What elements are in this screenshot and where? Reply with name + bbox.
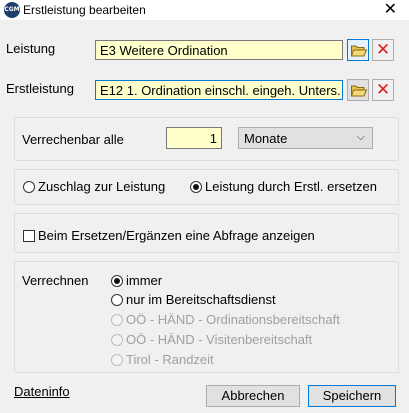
ersetzen-label: Leistung durch Erstl. ersetzen [205, 179, 377, 194]
erstleistung-label: Erstleistung [6, 81, 74, 96]
title-bar: CGM Erstleistung bearbeiten ✕ [0, 0, 409, 20]
verrechnen-visiten-label: OÖ - HÄND - Visitenbereitschaft [126, 332, 313, 347]
zuschlag-radio[interactable] [23, 181, 35, 193]
cancel-button[interactable]: Abbrechen [206, 385, 300, 407]
folder-icon [351, 85, 367, 97]
delete-x-icon: ✕ [375, 80, 391, 100]
verrechnen-immer-label: immer [126, 273, 163, 288]
close-icon[interactable]: ✕ [384, 0, 397, 20]
dateninfo-link[interactable]: Dateninfo [14, 384, 70, 399]
chevron-down-icon: ⌵ [356, 131, 365, 143]
verrechnen-bereitschaft-radio[interactable] [111, 294, 123, 306]
verrechnen-visiten-radio [111, 334, 123, 346]
verrechnen-tirol-label: Tirol - Randzeit [126, 352, 214, 367]
verrechenbar-label: Verrechenbar alle [22, 132, 124, 147]
ersetzen-radio[interactable] [190, 181, 202, 193]
save-button[interactable]: Speichern [308, 385, 396, 407]
abfrage-label: Beim Ersetzen/Ergänzen eine Abfrage anze… [38, 228, 315, 243]
window-title: Erstleistung bearbeiten [23, 3, 146, 17]
leistung-field[interactable]: E3 Weitere Ordination [95, 40, 343, 60]
folder-icon [351, 45, 367, 57]
verrechnen-label: Verrechnen [22, 273, 89, 288]
erstleistung-delete-button[interactable]: ✕ [372, 79, 394, 101]
verrechenbar-count-input[interactable]: 1 [166, 127, 222, 149]
zuschlag-label: Zuschlag zur Leistung [38, 179, 166, 194]
leistung-delete-button[interactable]: ✕ [372, 39, 394, 61]
verrechnen-ordination-radio [111, 314, 123, 326]
unit-select-value: Monate [244, 131, 288, 146]
delete-x-icon: ✕ [375, 40, 391, 60]
verrechenbar-unit-select[interactable]: Monate ⌵ [238, 127, 373, 149]
verrechnen-immer-radio[interactable] [111, 275, 123, 287]
leistung-browse-button[interactable] [347, 39, 369, 61]
abfrage-checkbox[interactable] [23, 230, 35, 242]
erstleistung-field[interactable]: E12 1. Ordination einschl. eingeh. Unter… [95, 80, 343, 100]
verrechnen-ordination-label: OÖ - HÄND - Ordinationsbereitschaft [126, 312, 340, 327]
verrechnen-tirol-radio [111, 354, 123, 366]
app-logo-icon: CGM [4, 2, 20, 18]
erstleistung-browse-button[interactable] [347, 79, 369, 101]
leistung-label: Leistung [6, 41, 56, 56]
verrechnen-bereitschaft-label: nur im Bereitschaftsdienst [126, 292, 276, 307]
